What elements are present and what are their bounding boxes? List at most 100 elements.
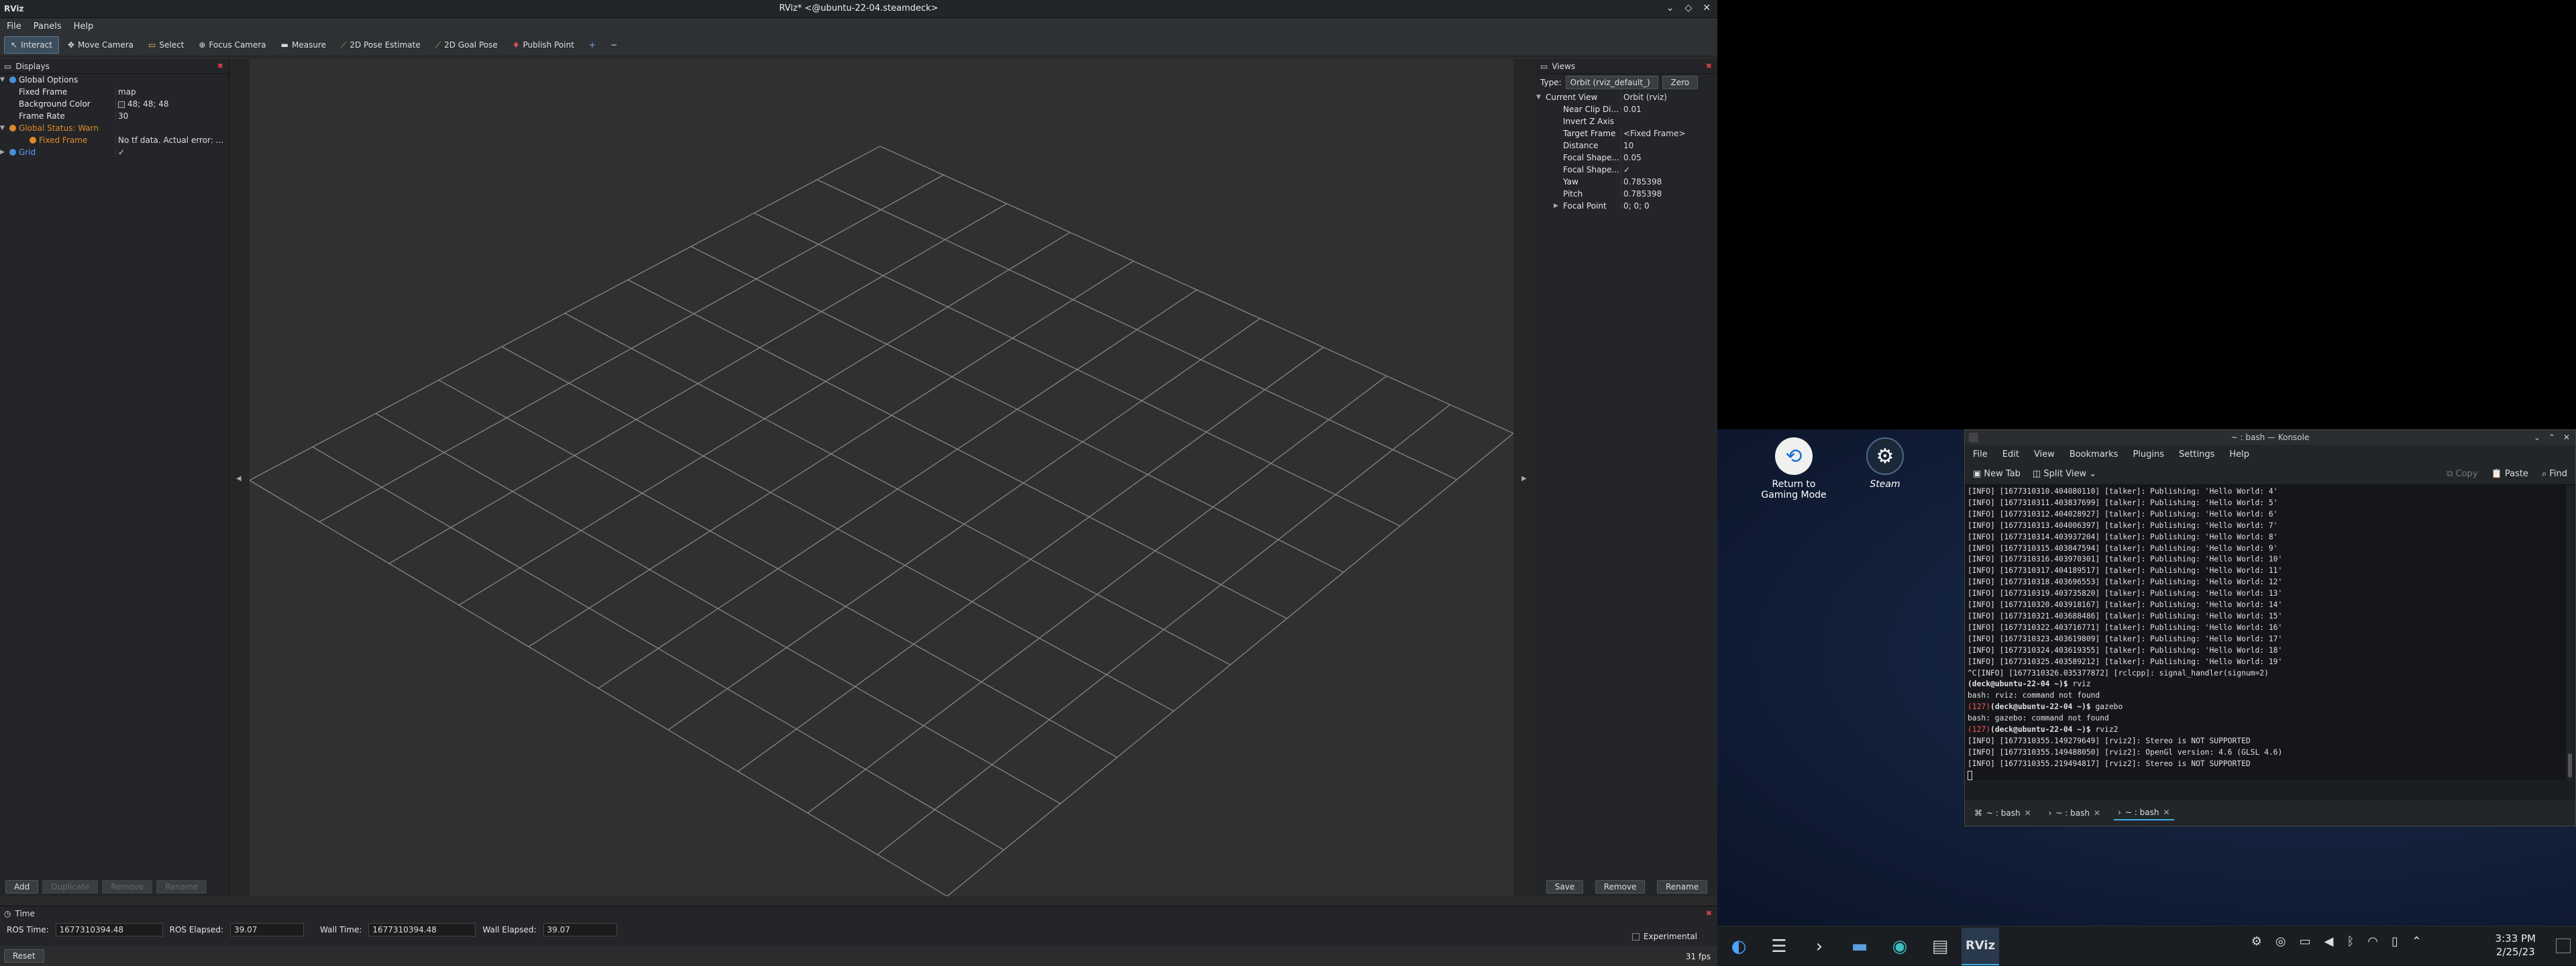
taskbar-rviz[interactable]: RViz: [1962, 927, 1999, 965]
minimize-icon[interactable]: ⌄: [2534, 430, 2540, 445]
tool-select[interactable]: ▭ Select: [142, 36, 190, 54]
close-panel-icon[interactable]: ✖: [1706, 909, 1712, 918]
view-row-focal-shape-size[interactable]: Focal Shape... 0.05: [1536, 152, 1717, 164]
experimental-toggle[interactable]: Experimental: [1631, 932, 1697, 941]
desktop-icon-steam[interactable]: ⚙ Steam: [1845, 437, 1925, 490]
left-panel-splitter[interactable]: ◀: [229, 59, 250, 896]
reset-button[interactable]: Reset: [4, 949, 44, 963]
new-tab-button[interactable]: ▣ New Tab: [1973, 469, 2021, 479]
tree-row-fixed-frame-status[interactable]: Fixed Frame No tf data. Actual error: ..…: [0, 134, 229, 146]
rename-view-button[interactable]: Rename: [1657, 880, 1708, 894]
rename-display-button[interactable]: Rename: [156, 880, 207, 894]
bluetooth-icon[interactable]: ᛒ: [2347, 934, 2354, 949]
terminal-output[interactable]: [INFO] [1677310310.404080110] [talker]: …: [1965, 485, 2566, 780]
remove-tool-button[interactable]: −: [604, 36, 623, 54]
tree-row-fixed-frame[interactable]: Fixed Frame map: [0, 86, 229, 98]
maximize-icon[interactable]: ⌃: [2548, 430, 2555, 445]
add-display-button[interactable]: Add: [5, 880, 39, 894]
tree-row-global-status[interactable]: ▼ Global Status: Warn: [0, 122, 229, 134]
view-row-current-view[interactable]: ▼ Current View Orbit (rviz): [1536, 91, 1717, 103]
expand-arrow-icon[interactable]: ▶: [1554, 203, 1560, 209]
konsole-menu-settings[interactable]: Settings: [2179, 449, 2214, 460]
expand-arrow-icon[interactable]: ▼: [0, 76, 7, 83]
chevron-up-icon[interactable]: ⌃: [2412, 934, 2422, 949]
close-tab-icon[interactable]: ✕: [2163, 808, 2169, 817]
view-row-near-clip[interactable]: Near Clip Di... 0.01: [1536, 103, 1717, 115]
right-panel-splitter[interactable]: ▶: [1513, 59, 1536, 896]
view-type-select[interactable]: Orbit (rviz_default_): [1565, 76, 1658, 89]
expand-arrow-icon[interactable]: ▼: [1536, 94, 1543, 101]
taskbar-discover[interactable]: ▤: [1921, 928, 1959, 965]
konsole-menu-view[interactable]: View: [2034, 449, 2055, 460]
tool-move-camera[interactable]: ✥ Move Camera: [62, 36, 140, 54]
scrollbar-thumb[interactable]: [2568, 753, 2572, 777]
tree-row-frame-rate[interactable]: Frame Rate 30: [0, 110, 229, 122]
battery-icon[interactable]: ▯: [2392, 934, 2398, 949]
terminal-scrollbar[interactable]: [2566, 485, 2574, 780]
konsole-menu-file[interactable]: File: [1973, 449, 1988, 460]
save-view-button[interactable]: Save: [1546, 880, 1584, 894]
remove-display-button[interactable]: Remove: [102, 880, 153, 894]
3d-viewport[interactable]: [249, 59, 1514, 897]
settings-icon[interactable]: ⚙: [2251, 934, 2262, 949]
taskbar-edge[interactable]: ◉: [1881, 928, 1919, 965]
tree-row-background-color[interactable]: Background Color 48; 48; 48: [0, 98, 229, 110]
zero-button[interactable]: Zero: [1662, 76, 1699, 89]
tool-2d-goal-pose[interactable]: ⟋ 2D Goal Pose: [429, 36, 504, 54]
taskbar-settings[interactable]: ☰: [1760, 928, 1798, 965]
expand-arrow-icon[interactable]: ▼: [0, 125, 7, 131]
tool-2d-pose-estimate[interactable]: ⟋ 2D Pose Estimate: [335, 36, 427, 54]
tree-row-grid[interactable]: ▶ Grid ✓: [0, 146, 229, 158]
view-row-focal-point[interactable]: ▶ Focal Point 0; 0; 0: [1536, 200, 1717, 212]
tool-interact[interactable]: ↖ Interact: [4, 36, 59, 54]
paste-button[interactable]: 📋 Paste: [2491, 469, 2528, 479]
maximize-icon[interactable]: ◇: [1684, 3, 1692, 13]
menu-panels[interactable]: Panels: [34, 21, 62, 32]
add-tool-button[interactable]: +: [583, 36, 602, 54]
view-row-target-frame[interactable]: Target Frame <Fixed Frame>: [1536, 127, 1717, 140]
view-row-invert-z[interactable]: Invert Z Axis: [1536, 115, 1717, 127]
steam-icon[interactable]: ◎: [2275, 934, 2286, 949]
view-row-pitch[interactable]: Pitch 0.785398: [1536, 188, 1717, 200]
volume-icon[interactable]: ◀: [2324, 934, 2334, 949]
konsole-titlebar[interactable]: ~ : bash — Konsole ⌄ ⌃ ✕: [1965, 430, 2575, 445]
duplicate-display-button[interactable]: Duplicate: [42, 880, 99, 894]
menu-help[interactable]: Help: [74, 21, 94, 32]
close-icon[interactable]: ✕: [2563, 430, 2570, 445]
konsole-menu-edit[interactable]: Edit: [2002, 449, 2019, 460]
collapse-right-icon[interactable]: ▶: [1521, 475, 1527, 482]
split-view-button[interactable]: ◫ Split View ⌄: [2033, 469, 2096, 479]
konsole-menu-bookmarks[interactable]: Bookmarks: [2070, 449, 2118, 460]
rviz-titlebar[interactable]: RViz RViz* <@ubuntu-22-04.steamdeck> ⌄ ◇…: [0, 0, 1717, 18]
start-menu-button[interactable]: ◐: [1720, 928, 1758, 965]
clipboard-icon[interactable]: ▭: [2300, 934, 2311, 949]
remove-view-button[interactable]: Remove: [1595, 880, 1646, 894]
close-tab-icon[interactable]: ✕: [2025, 808, 2031, 818]
tree-row-global-options[interactable]: ▼ Global Options: [0, 74, 229, 86]
konsole-tab-1[interactable]: ⌘ ~ : bash ✕: [1970, 806, 2035, 820]
konsole-menu-plugins[interactable]: Plugins: [2133, 449, 2164, 460]
focal-shape-checkbox[interactable]: ✓: [1621, 165, 1717, 174]
close-icon[interactable]: ✕: [1703, 3, 1711, 13]
view-row-distance[interactable]: Distance 10: [1536, 140, 1717, 152]
expand-arrow-icon[interactable]: ▶: [0, 149, 7, 156]
show-desktop-button[interactable]: [2556, 938, 2571, 953]
experimental-checkbox[interactable]: [1631, 932, 1640, 941]
clock[interactable]: 3:33 PM 2/25/23: [2496, 932, 2536, 959]
taskbar-files[interactable]: ▬: [1841, 928, 1878, 965]
konsole-tab-3[interactable]: › ~ : bash ✕: [2114, 806, 2174, 820]
close-panel-icon[interactable]: ✖: [217, 62, 223, 70]
copy-button[interactable]: ⧉ Copy: [2447, 469, 2477, 479]
tool-focus-camera[interactable]: ⊕ Focus Camera: [193, 36, 272, 54]
find-button[interactable]: ⌕ Find: [2542, 469, 2567, 479]
tool-publish-point[interactable]: ♦ Publish Point: [506, 36, 580, 54]
view-row-focal-shape-fixed[interactable]: Focal Shape... ✓: [1536, 164, 1717, 176]
minimize-icon[interactable]: ⌄: [1666, 3, 1674, 13]
grid-enabled-checkbox[interactable]: ✓: [115, 148, 229, 157]
konsole-menu-help[interactable]: Help: [2229, 449, 2249, 460]
taskbar-konsole[interactable]: ›: [1801, 928, 1838, 965]
tool-measure[interactable]: ▬ Measure: [275, 36, 332, 54]
wifi-icon[interactable]: ◠: [2367, 934, 2378, 949]
close-tab-icon[interactable]: ✕: [2094, 808, 2100, 818]
close-panel-icon[interactable]: ✖: [1706, 62, 1712, 70]
